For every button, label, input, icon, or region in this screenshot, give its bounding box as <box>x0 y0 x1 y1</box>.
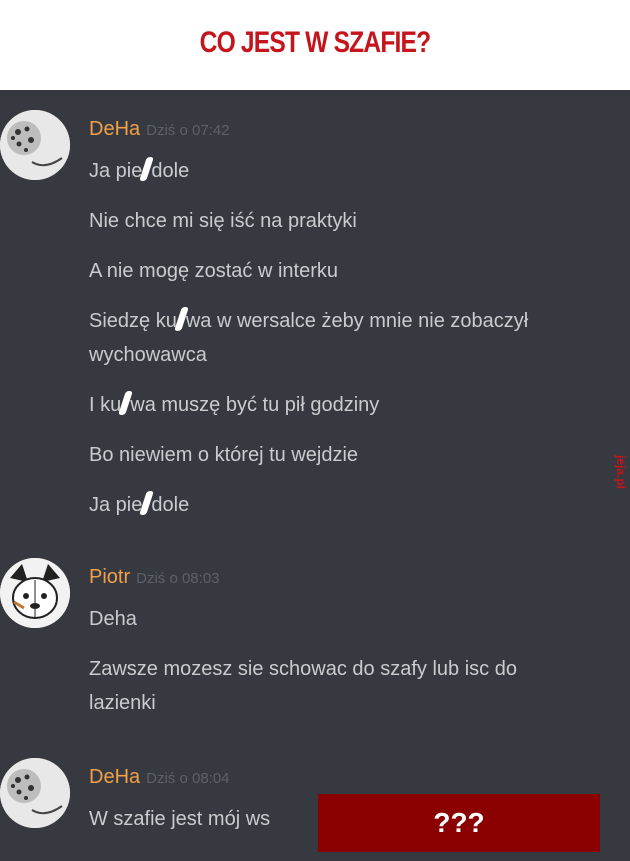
message-line: Bo niewiem o której tu wejdzie <box>89 444 359 466</box>
dog-avatar-icon <box>0 558 70 628</box>
message-author[interactable]: DeHa Dziś o 08:04 <box>89 766 230 789</box>
censor-mark <box>173 307 189 331</box>
leopard-avatar-icon <box>0 758 70 828</box>
censor-mark <box>139 157 155 181</box>
avatar-deha[interactable] <box>0 110 70 180</box>
leopard-avatar-icon <box>0 110 70 180</box>
message-timestamp: Dziś o 07:42 <box>146 122 230 139</box>
message-author[interactable]: DeHa Dziś o 07:42 <box>89 118 230 141</box>
avatar-piotr[interactable] <box>0 558 70 628</box>
author-name[interactable]: DeHa <box>89 766 140 788</box>
message-line: Ja pie dole <box>89 490 189 520</box>
author-name[interactable]: DeHa <box>89 118 140 140</box>
message-line: Ja pie dole <box>89 156 189 186</box>
jeja-watermark: jeja.pl <box>614 455 628 490</box>
question-overlay: ??? <box>318 794 600 852</box>
message-line: Siedzę ku wa w wersalce żeby mnie nie zob… <box>89 306 528 336</box>
message-line: lazienki <box>89 692 156 714</box>
message-line: I ku wa muszę być tu pił godziny <box>89 390 379 420</box>
author-name[interactable]: Piotr <box>89 566 130 588</box>
message-line: Zawsze mozesz sie schowac do szafy lub i… <box>89 658 517 680</box>
chat-panel: DeHa Dziś o 07:42 Ja pie dole Nie chce mi … <box>0 90 630 861</box>
page-title: CO JEST W SZAFIE? <box>199 26 432 59</box>
censor-mark <box>139 491 155 515</box>
message-line: Deha <box>89 608 137 630</box>
message-line: Nie chce mi się iść na praktyki <box>89 210 357 232</box>
page-header: CO JEST W SZAFIE? <box>0 0 630 90</box>
avatar-deha[interactable] <box>0 758 70 828</box>
overlay-text: ??? <box>433 807 485 838</box>
message-line: A nie mogę zostać w interku <box>89 260 339 282</box>
message-line: W szafie jest mój ws <box>89 808 271 830</box>
message-timestamp: Dziś o 08:04 <box>146 770 230 787</box>
message-line: wychowawca <box>89 344 207 366</box>
message-author[interactable]: Piotr Dziś o 08:03 <box>89 566 220 589</box>
censor-mark <box>118 391 134 415</box>
message-timestamp: Dziś o 08:03 <box>136 570 220 587</box>
